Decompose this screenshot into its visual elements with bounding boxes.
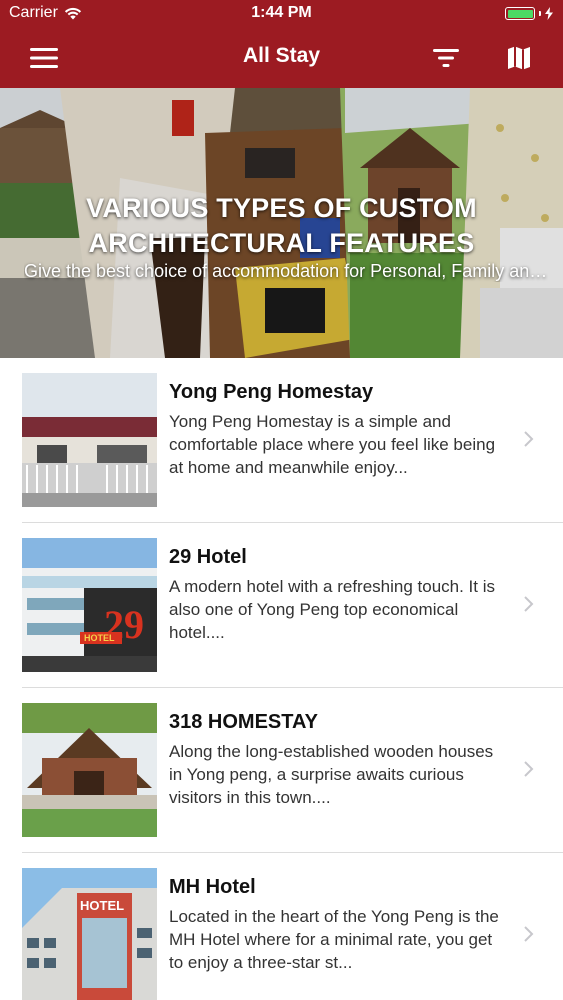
listing-description: Yong Peng Homestay is a simple and comfo… [169,412,496,477]
list-item[interactable]: Yong Peng Homestay Yong Peng Homestay is… [0,358,563,523]
bolt-icon [545,7,553,20]
chevron-right-icon [524,761,534,777]
map-icon [508,46,530,70]
navigation-bar: All Stay [0,28,563,88]
list-item[interactable]: 29 HOTEL 29 Hotel A modern hotel with a … [0,523,563,688]
battery-indicator [505,7,553,20]
banner-title: VARIOUS TYPES OF CUSTOM ARCHITECTURAL FE… [86,193,477,258]
status-time: 1:44 PM [251,4,312,21]
banner-subtitle: Give the best choice of accommodation fo… [24,261,549,281]
filter-icon [433,49,459,67]
listing-thumbnail [22,703,157,837]
listing-description: Located in the heart of the Yong Peng is… [169,907,499,972]
page-title: All Stay [242,44,321,67]
battery-cap [539,11,541,16]
listing-name: MH Hotel [169,876,256,898]
list-item[interactable]: HOTEL MH Hotel Located in the heart of t… [0,853,563,1000]
hotel-29-caption: HOTEL [84,633,115,643]
chevron-right-icon [524,596,534,612]
29-hotel-photo: 29 HOTEL [22,538,157,672]
listing-name: Yong Peng Homestay [169,381,374,403]
map-button[interactable] [503,42,535,74]
listing-description: Along the long-established wooden houses… [169,742,494,807]
chevron-right-icon [524,431,534,447]
mh-hotel-photo: HOTEL [22,868,157,1000]
battery-icon [505,7,535,20]
318-homestay-photo [22,703,157,837]
stay-list: Yong Peng Homestay Yong Peng Homestay is… [0,358,563,1000]
listing-thumbnail: HOTEL [22,868,157,1000]
listing-name: 318 HOMESTAY [169,711,318,733]
yong-peng-homestay-photo [22,373,157,507]
app-screen: Carrier 1:44 PM All Stay VARIOUS TYPES O… [0,0,563,1000]
listing-description: A modern hotel with a refreshing touch. … [169,577,496,642]
mh-hotel-sign: HOTEL [80,898,124,913]
chevron-right-icon [524,926,534,942]
listing-thumbnail: 29 HOTEL [22,538,157,672]
list-item[interactable]: 318 HOMESTAY Along the long-established … [0,688,563,853]
listing-thumbnail [22,373,157,507]
filter-button[interactable] [430,42,462,74]
listing-name: 29 Hotel [169,546,247,568]
promo-banner[interactable]: VARIOUS TYPES OF CUSTOM ARCHITECTURAL FE… [0,88,563,358]
battery-level [507,9,533,18]
status-bar: Carrier 1:44 PM [0,0,563,28]
